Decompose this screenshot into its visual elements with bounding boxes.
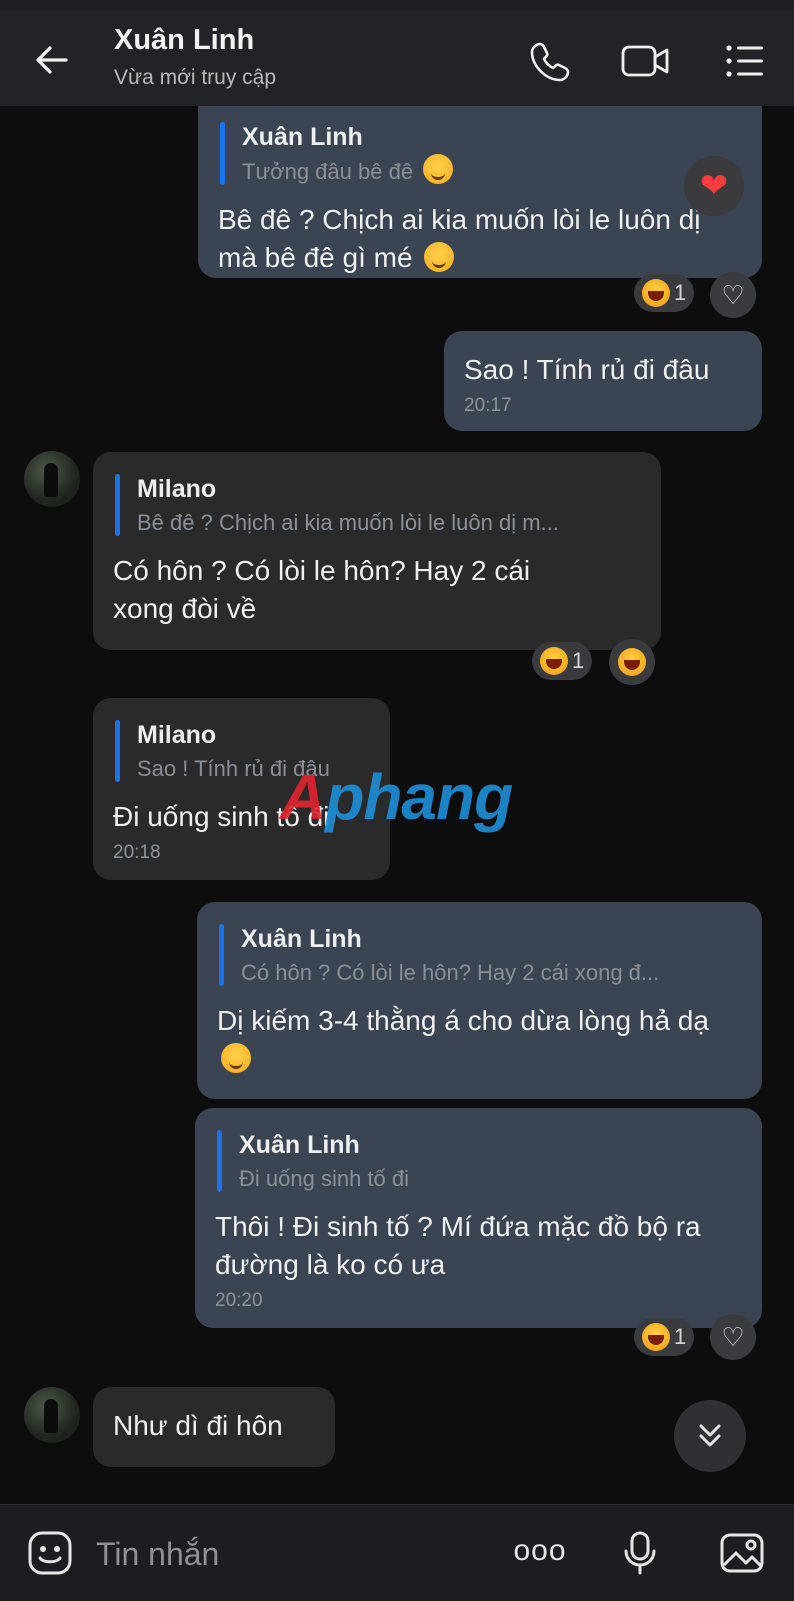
- message-bubble-sent[interactable]: Sao ! Tính rủ đi đâu 20:17: [444, 331, 762, 431]
- quote-sender-name: Xuân Linh: [241, 925, 362, 953]
- heart-icon: ❤: [684, 156, 744, 216]
- reaction-count: 1: [674, 280, 687, 305]
- image-icon[interactable]: [718, 1529, 766, 1577]
- menu-list-icon[interactable]: [722, 38, 768, 84]
- quote-sender-name: Xuân Linh: [242, 123, 363, 151]
- contact-status: Vừa mới truy cập: [114, 66, 277, 89]
- message-text: Sao ! Tính rủ đi đâu: [464, 354, 710, 385]
- quote-sender-name: Milano: [137, 475, 217, 503]
- quote-sender-name: Xuân Linh: [239, 1131, 360, 1159]
- quote-sender-name: Milano: [137, 721, 217, 749]
- react-laugh-button[interactable]: [609, 639, 655, 685]
- laugh-emoji-icon: [642, 1323, 670, 1351]
- scroll-to-bottom-button[interactable]: [674, 1400, 746, 1472]
- smirk-emoji-icon: [424, 242, 455, 272]
- status-strip: [0, 0, 794, 10]
- message-time: 20:17: [464, 395, 512, 416]
- laugh-emoji-icon: [540, 647, 568, 675]
- message-text: Có hôn ? Có lòi le hôn? Hay 2 cái xong đ…: [113, 555, 531, 624]
- message-time: 20:18: [113, 842, 161, 863]
- phone-icon[interactable]: [528, 38, 574, 84]
- message-bubble-sent[interactable]: Xuân Linh Tưởng đâu bê đê Bê đê ? Chịch …: [198, 106, 762, 278]
- reaction-count: 1: [674, 1324, 687, 1349]
- more-options-icon[interactable]: ooo: [512, 1529, 568, 1577]
- grin-emoji-icon: [423, 154, 454, 184]
- message-text: Dị kiếm 3-4 thằng á cho dừa lòng hả dạ: [217, 1002, 742, 1078]
- react-heart-button[interactable]: ♡: [710, 1314, 756, 1360]
- message-bubble-received[interactable]: Như dì đi hôn: [93, 1387, 335, 1467]
- laugh-emoji-icon: [618, 648, 646, 676]
- quote-text: Có hôn ? Có lòi le hôn? Hay 2 cái xong đ…: [241, 960, 660, 985]
- message-time: 20:20: [215, 1290, 263, 1311]
- quote-text: Tưởng đâu bê đê: [242, 154, 742, 189]
- message-input[interactable]: [94, 1529, 478, 1579]
- message-bubble-sent[interactable]: Xuân Linh Đi uống sinh tố đi Thôi ! Đi s…: [195, 1108, 762, 1328]
- reply-quote[interactable]: Xuân Linh Đi uống sinh tố đi: [215, 1128, 742, 1196]
- microphone-icon[interactable]: [616, 1529, 664, 1577]
- message-bubble-received[interactable]: Milano Bê đê ? Chịch ai kia muốn lòi le …: [93, 452, 661, 650]
- back-arrow-icon[interactable]: [30, 38, 74, 82]
- chat-header: Xuân Linh Vừa mới truy cập: [0, 10, 794, 106]
- reply-quote[interactable]: Xuân Linh Có hôn ? Có lòi le hôn? Hay 2 …: [217, 922, 742, 990]
- message-text: Thôi ! Đi sinh tố ? Mí đứa mặc đồ bộ ra …: [215, 1211, 701, 1280]
- reply-quote[interactable]: Xuân Linh Tưởng đâu bê đê: [218, 120, 742, 189]
- quote-text: Đi uống sinh tố đi: [239, 1166, 409, 1191]
- contact-name[interactable]: Xuân Linh: [114, 24, 254, 57]
- reaction-summary[interactable]: 1: [634, 274, 695, 312]
- laugh-emoji-icon: [642, 279, 670, 307]
- message-bubble-sent[interactable]: Xuân Linh Có hôn ? Có lòi le hôn? Hay 2 …: [197, 902, 762, 1099]
- reaction-summary[interactable]: 1: [634, 1318, 695, 1356]
- smirk-emoji-icon: [221, 1043, 251, 1073]
- watermark-logo: Aphang: [280, 761, 513, 833]
- reaction-summary[interactable]: 1: [532, 642, 593, 680]
- message-text: Bê đê ? Chịch ai kia muốn lòi le luôn dị…: [218, 204, 701, 273]
- sticker-icon[interactable]: [26, 1529, 74, 1577]
- chevron-double-down-icon: [699, 1424, 721, 1447]
- reaction-count: 1: [572, 648, 585, 673]
- avatar[interactable]: [24, 451, 80, 507]
- reply-quote[interactable]: Milano Bê đê ? Chịch ai kia muốn lòi le …: [113, 472, 641, 540]
- react-heart-button[interactable]: ♡: [710, 272, 756, 318]
- video-call-icon[interactable]: [620, 38, 672, 84]
- avatar[interactable]: [24, 1387, 80, 1443]
- message-composer: ooo: [0, 1504, 794, 1601]
- quote-text: Bê đê ? Chịch ai kia muốn lòi le luôn dị…: [137, 510, 559, 535]
- message-text: Như dì đi hôn: [113, 1410, 283, 1441]
